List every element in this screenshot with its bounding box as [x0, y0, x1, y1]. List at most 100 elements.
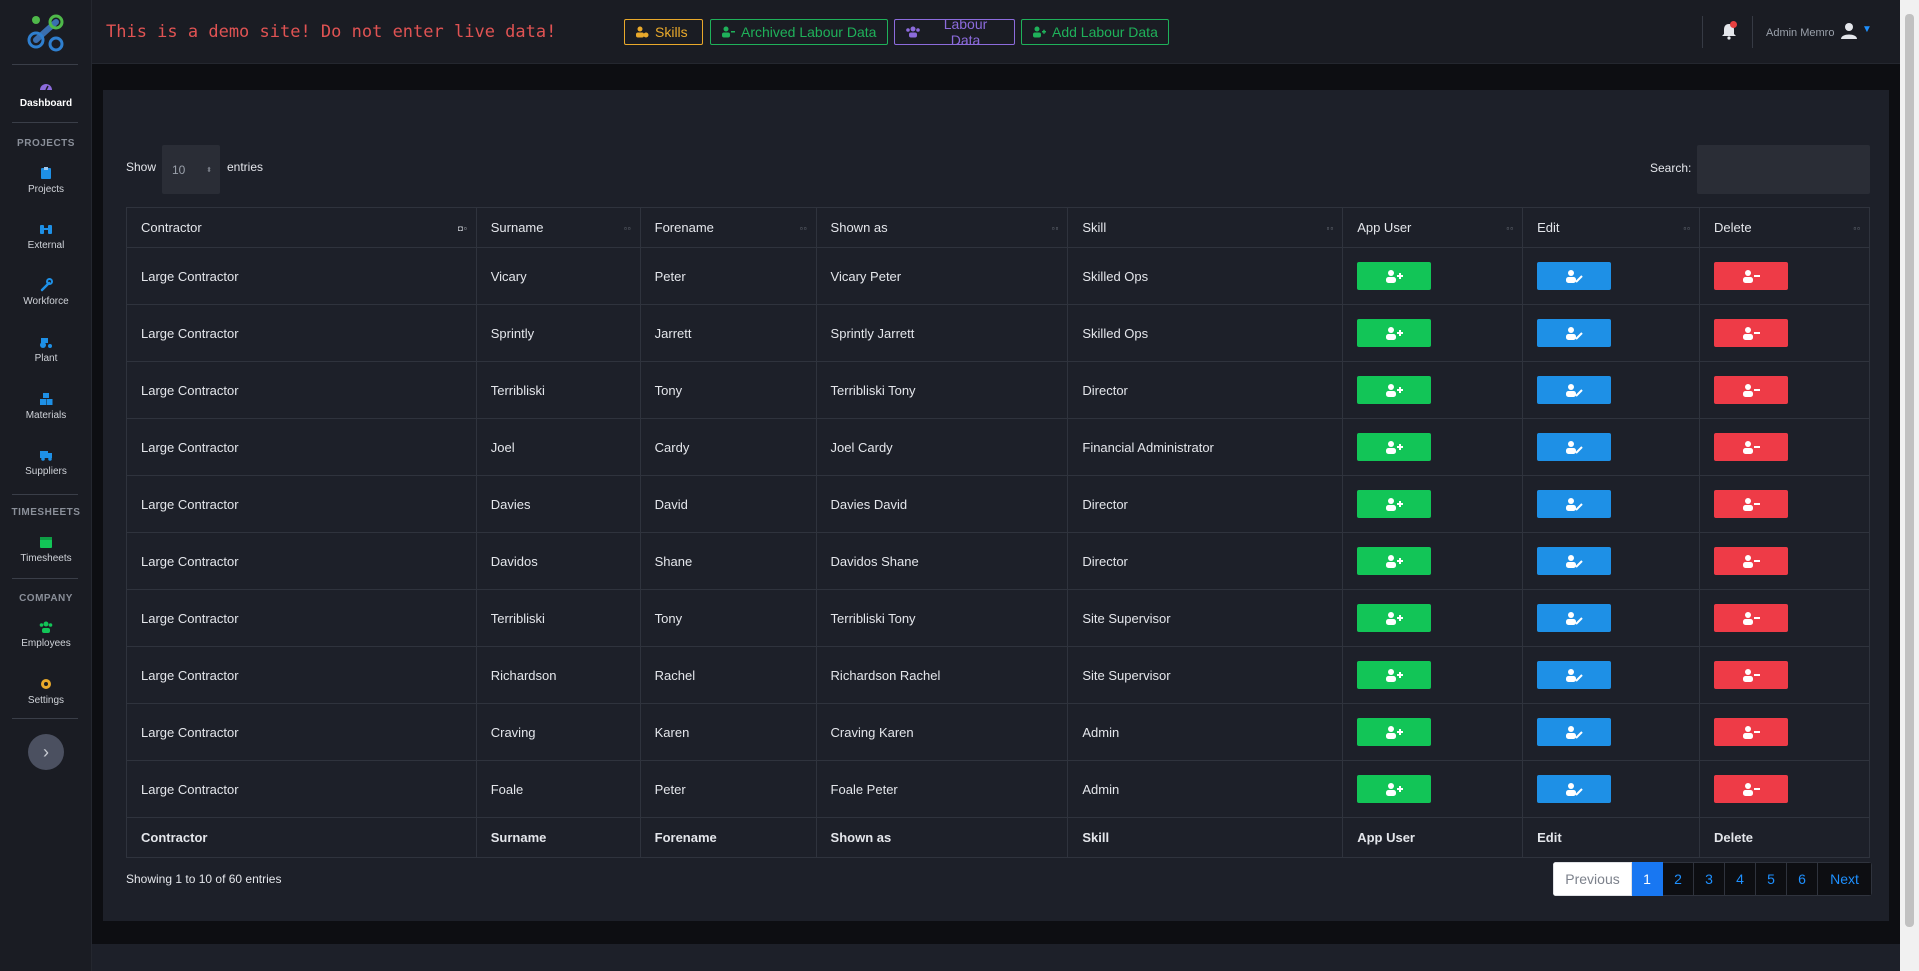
sidebar-item-dashboard[interactable]: Dashboard — [0, 80, 92, 109]
sidebar-item-label: Settings — [27, 695, 65, 706]
delete-button[interactable] — [1714, 661, 1788, 689]
sidebar-item-external[interactable]: External — [0, 222, 92, 251]
edit-button[interactable] — [1537, 376, 1612, 404]
make-app-user-button[interactable] — [1357, 433, 1432, 461]
user-plus-icon — [1386, 669, 1404, 682]
column-header-shown-as[interactable]: Shown as ▫▫ — [815, 207, 1069, 248]
delete-button[interactable] — [1714, 547, 1788, 575]
column-header-contractor[interactable]: Contractor ◘▫ — [126, 207, 477, 248]
delete-button[interactable] — [1714, 490, 1788, 518]
make-app-user-button[interactable] — [1357, 661, 1432, 689]
page-button-3[interactable]: 3 — [1694, 862, 1725, 896]
edit-button[interactable] — [1537, 775, 1612, 803]
cell-shown-as: Davidos Shane — [815, 532, 1069, 590]
make-app-user-button[interactable] — [1357, 604, 1432, 632]
delete-button[interactable] — [1714, 775, 1788, 803]
user-plus-icon — [1386, 384, 1404, 397]
edit-button[interactable] — [1537, 433, 1612, 461]
sidebar-item-workforce[interactable]: Workforce — [0, 278, 92, 307]
sidebar-toggle-button[interactable]: › — [28, 734, 64, 770]
make-app-user-button[interactable] — [1357, 547, 1432, 575]
sidebar: Dashboard PROJECTS Projects External Wor… — [0, 0, 92, 971]
cell-edit — [1522, 361, 1700, 419]
sidebar-divider — [12, 578, 78, 579]
sidebar-section-company: COMPANY — [19, 593, 73, 604]
column-header-skill[interactable]: Skill ▫▫ — [1067, 207, 1344, 248]
column-header-delete[interactable]: Delete ▫▫ — [1699, 207, 1870, 248]
user-edit-icon — [1566, 783, 1583, 796]
cell-delete — [1699, 418, 1870, 476]
make-app-user-button[interactable] — [1357, 718, 1432, 746]
cell-forename: Tony — [639, 589, 817, 647]
previous-page-button[interactable]: Previous — [1553, 862, 1632, 896]
user-name[interactable]: Admin Memro — [1766, 27, 1834, 39]
page-button-2[interactable]: 2 — [1663, 862, 1694, 896]
make-app-user-button[interactable] — [1357, 319, 1432, 347]
sidebar-item-timesheets[interactable]: Timesheets — [0, 535, 92, 564]
cell-delete — [1699, 361, 1870, 419]
sidebar-item-materials[interactable]: Materials — [0, 392, 92, 421]
user-plus-icon — [1386, 726, 1404, 739]
delete-button[interactable] — [1714, 262, 1788, 290]
caret-down-icon[interactable]: ▼ — [1862, 24, 1872, 35]
add-labour-data-button[interactable]: Add Labour Data — [1021, 19, 1169, 45]
footer-app-user: App User — [1342, 817, 1524, 858]
next-page-button[interactable]: Next — [1818, 862, 1872, 896]
make-app-user-button[interactable] — [1357, 376, 1432, 404]
sidebar-item-settings[interactable]: Settings — [0, 677, 92, 706]
archived-labour-data-button[interactable]: Archived Labour Data — [710, 19, 888, 45]
make-app-user-button[interactable] — [1357, 490, 1432, 518]
logo-icon[interactable] — [24, 10, 68, 54]
cell-forename: Tony — [639, 361, 817, 419]
delete-button[interactable] — [1714, 433, 1788, 461]
edit-button[interactable] — [1537, 262, 1612, 290]
scrollbar-thumb[interactable] — [1905, 14, 1914, 927]
page-button-4[interactable]: 4 — [1725, 862, 1756, 896]
column-header-edit[interactable]: Edit ▫▫ — [1522, 207, 1700, 248]
delete-button[interactable] — [1714, 604, 1788, 632]
edit-button[interactable] — [1537, 490, 1612, 518]
edit-button[interactable] — [1537, 547, 1612, 575]
page-button-5[interactable]: 5 — [1756, 862, 1787, 896]
user-edit-icon — [1566, 669, 1583, 682]
edit-button[interactable] — [1537, 661, 1612, 689]
edit-button[interactable] — [1537, 718, 1612, 746]
sidebar-item-suppliers[interactable]: Suppliers — [0, 448, 92, 477]
skills-button-label: Skills — [655, 24, 688, 40]
user-icon[interactable] — [1840, 22, 1858, 40]
column-header-forename[interactable]: Forename ▫▫ — [639, 207, 817, 248]
sidebar-divider — [12, 494, 78, 495]
cell-forename: Peter — [639, 760, 817, 818]
make-app-user-button[interactable] — [1357, 262, 1432, 290]
column-header-app-user[interactable]: App User ▫▫ — [1342, 207, 1524, 248]
table-header-row: Contractor ◘▫ Surname ▫▫ Forename ▫▫ Shown … — [126, 207, 1870, 248]
delete-button[interactable] — [1714, 376, 1788, 404]
user-plus-icon — [1386, 783, 1404, 796]
cell-skill: Financial Administrator — [1067, 418, 1344, 476]
edit-button[interactable] — [1537, 604, 1612, 632]
sidebar-divider — [12, 64, 78, 65]
edit-button[interactable] — [1537, 319, 1612, 347]
footer-contractor: Contractor — [126, 817, 477, 858]
skills-button[interactable]: Skills — [624, 19, 703, 45]
truck-icon — [40, 451, 52, 461]
search-input[interactable] — [1697, 145, 1870, 194]
page-button-6[interactable]: 6 — [1787, 862, 1818, 896]
sidebar-item-plant[interactable]: Plant — [0, 335, 92, 364]
cell-shown-as: Vicary Peter — [815, 247, 1069, 305]
user-edit-icon — [1566, 498, 1583, 511]
delete-button[interactable] — [1714, 319, 1788, 347]
sidebar-item-projects[interactable]: Projects — [0, 166, 92, 195]
cell-app-user — [1342, 475, 1524, 533]
cell-skill: Director — [1067, 361, 1344, 419]
page-size-select[interactable]: 10 ⬍ — [162, 145, 220, 194]
page-button-1[interactable]: 1 — [1632, 862, 1663, 896]
make-app-user-button[interactable] — [1357, 775, 1432, 803]
table-row: Large Contractor Davies David Davies David D… — [126, 475, 1870, 533]
user-minus-icon — [1743, 612, 1760, 625]
column-header-surname[interactable]: Surname ▫▫ — [475, 207, 641, 248]
labour-data-button[interactable]: Labour Data — [894, 16, 1015, 48]
sidebar-item-employees[interactable]: Employees — [0, 620, 92, 649]
delete-button[interactable] — [1714, 718, 1788, 746]
cell-edit — [1522, 247, 1700, 305]
